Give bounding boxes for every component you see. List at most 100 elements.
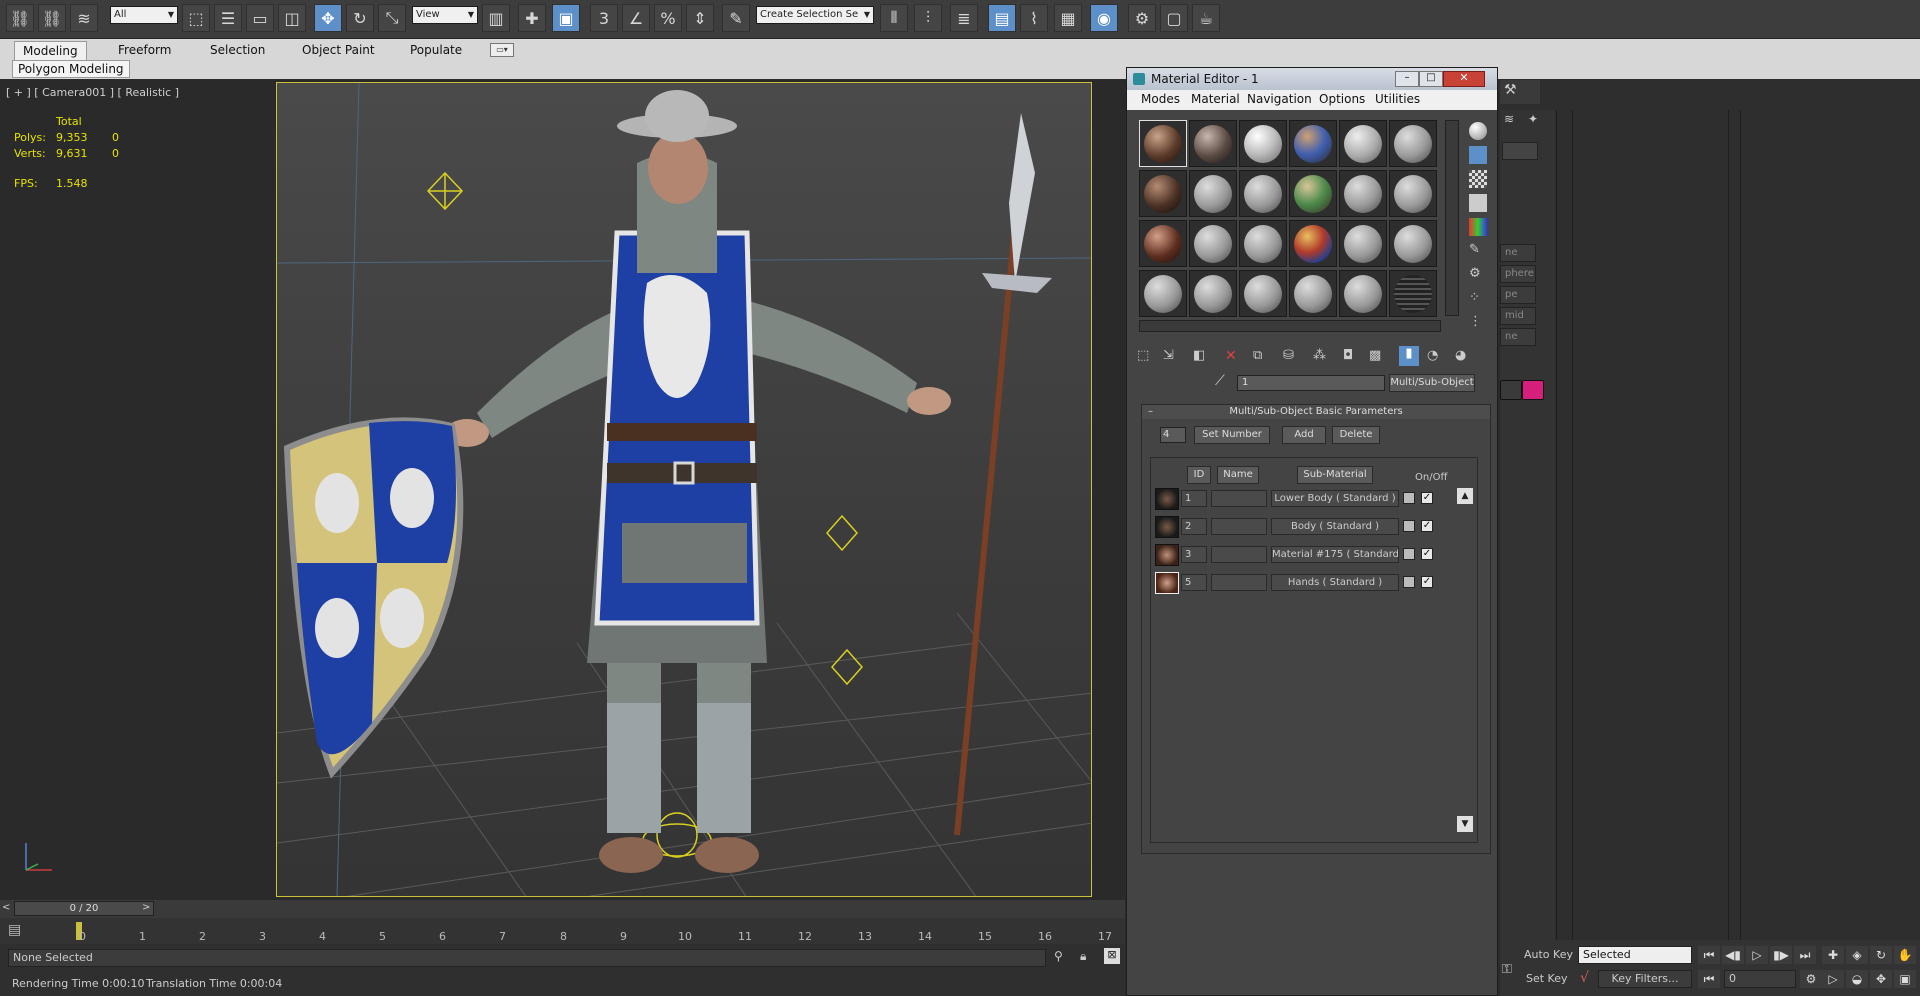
tab-selection[interactable]: Selection [202, 41, 273, 59]
mini-curve-editor-icon[interactable]: ▤ [8, 922, 36, 940]
submaterial-onoff-checkbox[interactable]: ✓ [1421, 492, 1433, 504]
material-name-field[interactable]: 1 [1237, 375, 1385, 391]
background-icon[interactable] [1469, 170, 1487, 188]
menu-utilities[interactable]: Utilities [1375, 92, 1420, 106]
sample-type-icon[interactable] [1469, 122, 1487, 140]
polygon-modeling-tab[interactable]: Polygon Modeling [12, 60, 130, 78]
select-move-icon[interactable]: ✥ [314, 4, 342, 32]
sample-slot[interactable] [1339, 120, 1387, 167]
auto-key-button[interactable]: Auto Key [1524, 948, 1573, 961]
sample-slot[interactable] [1389, 170, 1437, 217]
key-mode-toggle-icon[interactable]: ⏮ [1698, 970, 1720, 988]
delete-button[interactable]: Delete [1332, 426, 1380, 444]
prev-frame-arrow[interactable]: < [2, 902, 14, 916]
render-production-icon[interactable]: ☕ [1192, 4, 1220, 32]
submaterial-name[interactable] [1211, 490, 1267, 507]
go-to-start-icon[interactable]: ⏮ [1698, 946, 1720, 964]
sample-uv-icon[interactable] [1469, 194, 1487, 212]
select-scale-icon[interactable]: ⤡ [378, 4, 406, 32]
add-button[interactable]: Add [1282, 426, 1326, 444]
submaterial-button[interactable]: Hands ( Standard ) [1271, 574, 1399, 591]
object-type-button[interactable]: ne [1500, 328, 1536, 346]
backlight-icon[interactable] [1469, 146, 1487, 164]
sample-slot[interactable] [1389, 120, 1437, 167]
material-editor-titlebar[interactable]: Material Editor - 1 – □ ✕ [1127, 68, 1497, 90]
sample-slot[interactable] [1189, 120, 1237, 167]
curve-editor-icon[interactable]: ⌇ [1020, 4, 1048, 32]
get-material-icon[interactable]: ⬚ [1137, 348, 1149, 363]
knight-character[interactable] [445, 90, 951, 873]
sample-slot[interactable] [1339, 270, 1387, 317]
go-to-parent-icon[interactable]: ◔ [1427, 348, 1438, 363]
dolly-icon[interactable]: ▷ [1822, 970, 1844, 988]
submaterial-swatch[interactable] [1155, 544, 1179, 566]
selection-filter-dropdown[interactable]: All [110, 6, 178, 24]
bind-spacewarp-icon[interactable]: ≋ [70, 4, 98, 32]
list-scroll-up-button[interactable]: ▲ [1457, 488, 1473, 504]
time-configuration-icon[interactable]: ⚙ [1800, 970, 1822, 988]
wire-color-swatch[interactable] [1522, 380, 1544, 400]
submaterial-color[interactable] [1403, 548, 1415, 560]
assign-to-selection-icon[interactable]: ◧ [1193, 348, 1205, 363]
sample-slot[interactable] [1189, 170, 1237, 217]
select-manipulate-icon[interactable]: ✚ [518, 4, 546, 32]
render-setup-icon[interactable]: ⚙ [1128, 4, 1156, 32]
submaterial-name[interactable] [1211, 574, 1267, 591]
object-type-button[interactable]: ne [1500, 244, 1536, 262]
menu-modes[interactable]: Modes [1141, 92, 1180, 106]
category-dropdown[interactable] [1502, 142, 1538, 160]
menu-navigation[interactable]: Navigation [1247, 92, 1312, 106]
put-to-scene-icon[interactable]: ⇲ [1163, 348, 1174, 363]
angle-snap-icon[interactable]: ∠ [622, 4, 650, 32]
submaterial-button[interactable]: Lower Body ( Standard ) [1271, 490, 1399, 507]
submaterial-color[interactable] [1403, 492, 1415, 504]
isolate-selection-icon[interactable]: ⊠ [1104, 948, 1120, 964]
track-bar[interactable]: ▤ 0 1 2 3 4 5 6 7 8 9 10 11 12 13 14 15 … [0, 918, 1125, 944]
sample-slot[interactable] [1239, 170, 1287, 217]
object-type-button[interactable]: pe [1500, 286, 1536, 304]
previous-frame-icon[interactable]: ◀▮ [1722, 946, 1744, 964]
slots-horizontal-scrollbar[interactable] [1139, 320, 1441, 332]
show-map-icon[interactable]: ▩ [1369, 348, 1381, 363]
set-number-button[interactable]: Set Number [1194, 426, 1270, 444]
submaterial-id[interactable]: 1 [1181, 490, 1207, 507]
sample-slot[interactable] [1139, 120, 1187, 167]
select-rotate-icon[interactable]: ↻ [346, 4, 374, 32]
slots-vertical-scrollbar[interactable] [1445, 120, 1459, 316]
submaterial-id[interactable]: 3 [1181, 546, 1207, 563]
select-by-material-icon[interactable]: ⁘ [1469, 290, 1487, 308]
key-filters-button[interactable]: Key Filters... [1598, 970, 1692, 988]
tab-populate[interactable]: Populate [402, 41, 470, 59]
submaterial-name[interactable] [1211, 546, 1267, 563]
pin-icon[interactable]: ⚲ [1054, 949, 1063, 963]
snaps-toggle-icon[interactable]: 3 [590, 4, 618, 32]
pivot-center-icon[interactable]: ▥ [482, 4, 510, 32]
sample-slot[interactable] [1339, 170, 1387, 217]
ribbon-options-icon[interactable]: ▭▾ [490, 43, 514, 57]
sample-slot[interactable] [1289, 170, 1337, 217]
spinner-snap-icon[interactable]: ⇕ [686, 4, 714, 32]
window-crossing-icon[interactable]: ◫ [278, 4, 306, 32]
reference-coord-dropdown[interactable]: View [412, 6, 478, 24]
id-column-header[interactable]: ID [1187, 466, 1211, 484]
rect-selection-icon[interactable]: ▭ [246, 4, 274, 32]
show-end-result-icon[interactable]: ▮ [1399, 346, 1419, 366]
maximize-viewport-icon[interactable]: ▣ [1894, 970, 1916, 988]
key-mode-dropdown[interactable]: Selected [1578, 946, 1692, 964]
menu-material[interactable]: Material [1191, 92, 1240, 106]
scene-explorer-icon[interactable]: ▤ [988, 4, 1016, 32]
align-icon[interactable]: ⫶ [914, 4, 942, 32]
submaterial-column-header[interactable]: Sub-Material [1297, 466, 1373, 484]
go-forward-sibling-icon[interactable]: ◕ [1455, 348, 1466, 363]
submaterial-button[interactable]: Material #175 ( Standard ) [1271, 546, 1399, 563]
tab-object-paint[interactable]: Object Paint [294, 41, 383, 59]
sample-slot[interactable] [1289, 220, 1337, 267]
sample-slot[interactable] [1339, 220, 1387, 267]
edit-named-selections-icon[interactable]: ✎ [722, 4, 750, 32]
select-by-name-icon[interactable]: ☰ [214, 4, 242, 32]
submaterial-name[interactable] [1211, 518, 1267, 535]
minimize-button[interactable]: – [1395, 71, 1419, 87]
current-frame-field[interactable]: 0 [1724, 970, 1796, 988]
truck-icon[interactable]: ✥ [1870, 970, 1892, 988]
viewport-label[interactable]: [ + ] [ Camera001 ] [ Realistic ] [6, 86, 179, 99]
